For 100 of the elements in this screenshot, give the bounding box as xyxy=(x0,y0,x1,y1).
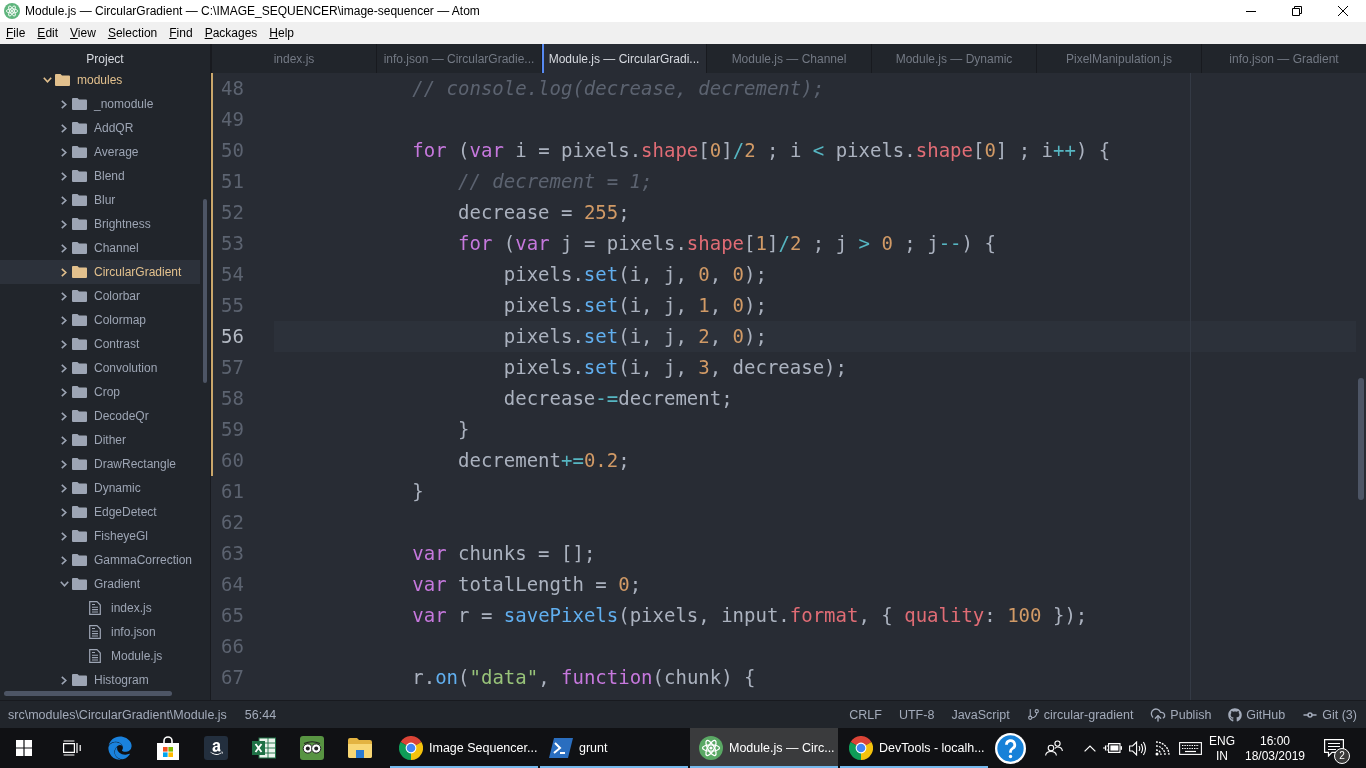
tree-item[interactable]: Dither xyxy=(0,428,200,452)
tree-item[interactable]: EdgeDetect xyxy=(0,500,200,524)
folder-icon xyxy=(72,146,87,158)
line-number: 61 xyxy=(221,482,244,501)
tree-item[interactable]: DecodeQr xyxy=(0,404,200,428)
menu-item[interactable]: Find xyxy=(164,24,198,42)
code-line: pixels.set(i, j, 1, 0); xyxy=(503,294,767,317)
file-icon xyxy=(89,649,101,663)
circular-logo-icon xyxy=(399,736,423,760)
people-icon xyxy=(1045,740,1063,756)
code-line: for (var i = pixels.shape[0]/2 ; i < pixels.shape[0] ; i++) { xyxy=(412,139,1111,162)
folder-icon xyxy=(72,314,87,326)
publish-button[interactable]: Publish xyxy=(1150,706,1212,723)
taskbar-window-button[interactable]: grunt xyxy=(540,728,688,768)
grammar-selector[interactable]: JavaScript xyxy=(951,707,1010,722)
menu-item[interactable]: File xyxy=(1,24,31,42)
code-line: // console.log(decrease, decrement); xyxy=(412,77,825,100)
menu-item[interactable]: View xyxy=(65,24,101,42)
input-language-button[interactable]: ENG IN xyxy=(1204,728,1240,768)
github-button[interactable]: GitHub xyxy=(1228,707,1286,722)
help-icon xyxy=(994,732,1026,764)
branch-button[interactable]: circular-gradient xyxy=(1026,707,1134,722)
tab[interactable]: Module.js — CircularGradi... xyxy=(541,44,706,73)
code-line: var totalLength = 0; xyxy=(412,573,642,596)
line-number: 63 xyxy=(221,544,244,563)
wifi-icon xyxy=(1155,740,1171,756)
a-logo-icon xyxy=(204,736,228,760)
tree-item[interactable]: Average xyxy=(0,140,200,164)
folder-icon xyxy=(72,386,87,398)
menu-item[interactable]: Packages xyxy=(199,24,263,42)
line-number: 53 xyxy=(221,234,244,253)
tree-item[interactable]: Crop xyxy=(0,380,200,404)
line-number: 67 xyxy=(221,668,244,687)
atom-icon xyxy=(4,3,20,19)
spreadsheet-icon xyxy=(252,737,276,759)
tree-item[interactable]: Blur xyxy=(0,188,200,212)
folder-icon xyxy=(72,242,87,254)
code-line: for (var j = pixels.shape[1]/2 ; j > 0 ; j--) { xyxy=(458,232,996,255)
folder-icon xyxy=(55,74,70,86)
folder-icon xyxy=(72,98,87,110)
file-icon xyxy=(89,601,101,615)
folder-icon xyxy=(72,578,87,590)
keyboard-icon xyxy=(1178,741,1202,755)
tree-item[interactable]: Gradient xyxy=(0,572,200,596)
taskbar-window-button[interactable]: Module.js — Circ... xyxy=(690,728,838,768)
tree-item[interactable]: GammaCorrection xyxy=(0,548,200,572)
folder-icon xyxy=(72,674,87,686)
file-path[interactable]: src\modules\CircularGradient\Module.js xyxy=(8,707,227,722)
encoding-selector[interactable]: UTF-8 xyxy=(898,707,935,722)
circular-logo-icon xyxy=(849,736,873,760)
scrollbar-thumb[interactable] xyxy=(1358,378,1364,500)
line-number: 66 xyxy=(221,637,244,656)
tree-item[interactable]: info.json xyxy=(0,620,200,644)
tree-item[interactable]: AddQR xyxy=(0,116,200,140)
line-number: 49 xyxy=(221,110,244,129)
folder-icon xyxy=(72,410,87,422)
menu-item[interactable]: Selection xyxy=(102,24,163,42)
notifications-button[interactable]: 2 xyxy=(1310,728,1358,768)
tree-item[interactable]: FisheyeGl xyxy=(0,524,200,548)
tree-item[interactable]: _nomodule xyxy=(0,92,200,116)
tree-item[interactable]: Colorbar xyxy=(0,284,200,308)
minimize-icon xyxy=(1246,10,1256,12)
folder-icon xyxy=(72,554,87,566)
code-line: } xyxy=(458,418,470,441)
tree-item[interactable]: CircularGradient xyxy=(0,260,200,284)
tree-item[interactable]: Dynamic xyxy=(0,476,200,500)
tree-item[interactable]: modules xyxy=(0,73,200,92)
git-button[interactable]: Git (3) xyxy=(1302,706,1357,723)
branch-icon xyxy=(1026,708,1040,721)
tree-item[interactable]: Blend xyxy=(0,164,200,188)
tree-item[interactable]: DrawRectangle xyxy=(0,452,200,476)
shopping-bag-icon xyxy=(156,736,180,760)
tree-item[interactable]: index.js xyxy=(0,596,200,620)
scrollbar-thumb[interactable] xyxy=(203,199,207,383)
tree-item[interactable]: Brightness xyxy=(0,212,200,236)
folder-icon xyxy=(72,458,87,470)
tree-item[interactable]: Module.js xyxy=(0,644,200,668)
tree-item[interactable]: Channel xyxy=(0,236,200,260)
scrollbar-thumb[interactable] xyxy=(4,691,172,696)
line-number: 57 xyxy=(221,358,244,377)
tree-item[interactable]: Contrast xyxy=(0,332,200,356)
taskbar-window-button[interactable]: DevTools - localh... xyxy=(840,728,988,768)
line-number: 52 xyxy=(221,203,244,222)
tree-item[interactable]: Histogram xyxy=(0,668,200,692)
clock-button[interactable]: 16:00 18/03/2019 xyxy=(1240,728,1310,768)
folder-icon xyxy=(72,266,87,278)
tree-item[interactable]: Colormap xyxy=(0,308,200,332)
folder-icon xyxy=(72,434,87,446)
cursor-position[interactable]: 56:44 xyxy=(244,707,277,722)
terminal-icon xyxy=(549,738,573,758)
menu-item[interactable]: Edit xyxy=(32,24,64,42)
restore-icon xyxy=(1292,6,1302,16)
notification-badge: 2 xyxy=(1334,748,1350,764)
code-line: pixels.set(i, j, 0, 0); xyxy=(503,263,767,286)
close-icon xyxy=(1338,6,1348,16)
line-ending-selector[interactable]: CRLF xyxy=(849,707,882,722)
code-line: var r = savePixels(pixels, input.format, { quality: 100 }); xyxy=(412,604,1088,627)
tree-item[interactable]: Convolution xyxy=(0,356,200,380)
menu-item[interactable]: Help xyxy=(264,24,300,42)
taskbar-window-button[interactable]: Image Sequencer... xyxy=(390,728,538,768)
